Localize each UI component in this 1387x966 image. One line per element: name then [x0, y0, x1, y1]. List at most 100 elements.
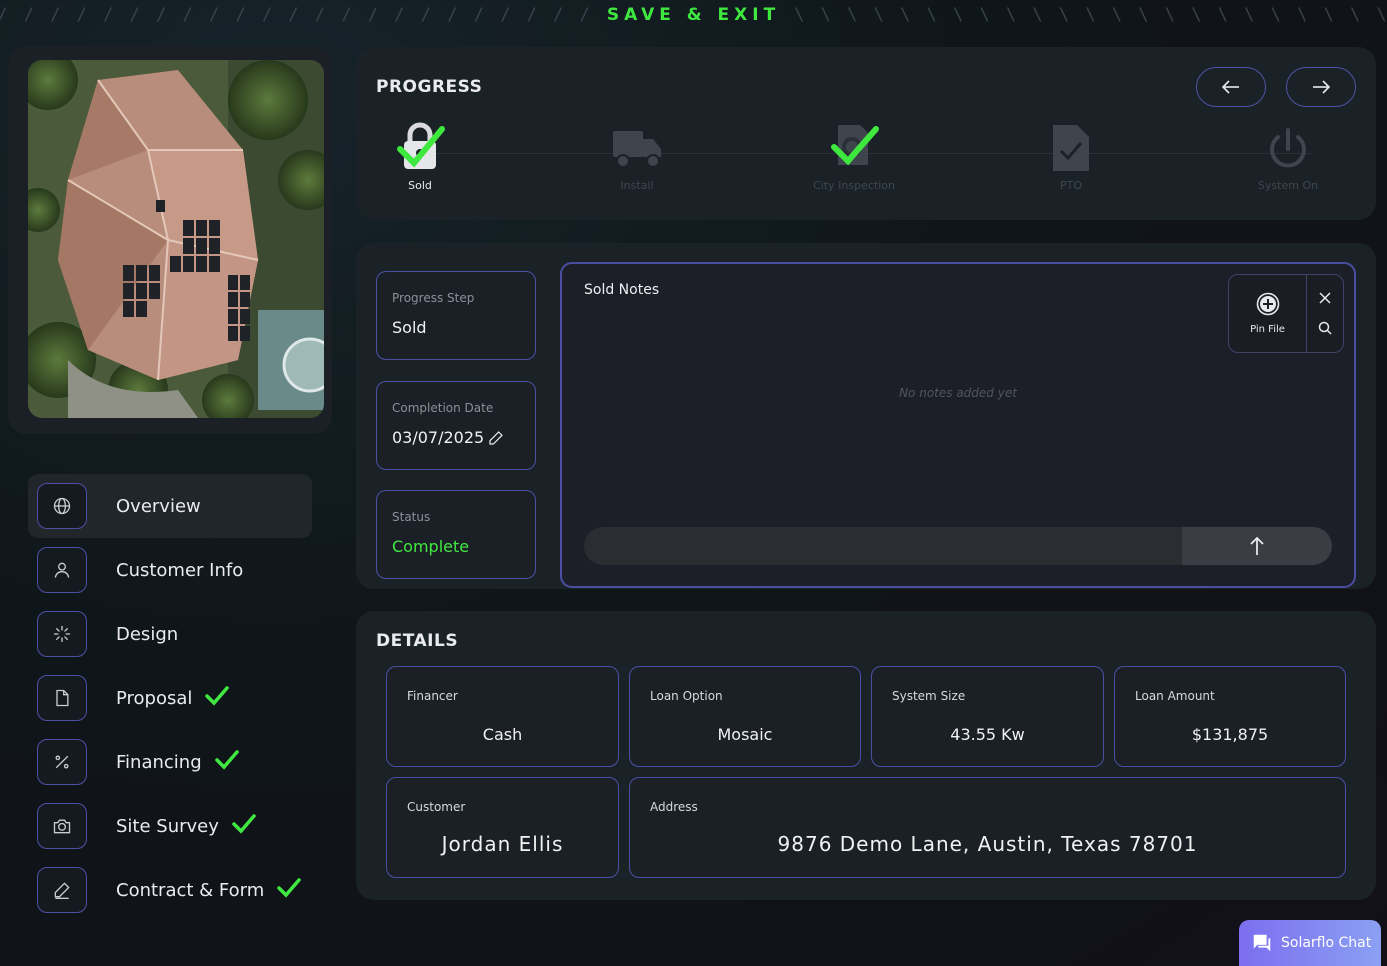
progress-step-value: Sold	[392, 318, 427, 337]
loader-icon	[37, 611, 87, 657]
lock-icon	[392, 117, 448, 173]
status-label: Status	[392, 510, 431, 524]
details-title: DETAILS	[376, 631, 459, 651]
progress-steps: Sold Install City Inspection PTO System …	[356, 117, 1376, 197]
previous-step-button[interactable]	[1196, 67, 1266, 107]
notes-panel: Sold Notes No notes added yet Pin File	[560, 262, 1356, 588]
file-check-icon	[1051, 123, 1091, 173]
arrow-left-icon	[1222, 80, 1240, 94]
chat-button[interactable]: Solarflo Chat	[1239, 920, 1381, 966]
status-value: Complete	[392, 537, 470, 556]
step-city-inspection[interactable]: City Inspection	[789, 117, 919, 192]
edit-date-icon[interactable]	[488, 430, 504, 446]
top-bar: / / / / / / / / / / / / / / / / / / / / …	[0, 0, 1387, 30]
sidebar-item-contract-form[interactable]: Contract & Form	[28, 858, 312, 922]
customer-value: Jordan Ellis	[441, 832, 564, 856]
customer-label: Customer	[407, 800, 466, 814]
power-icon	[1266, 127, 1310, 173]
globe-icon	[37, 483, 87, 529]
send-note-button[interactable]	[1182, 527, 1332, 565]
percent-icon	[37, 739, 87, 785]
system-size-label: System Size	[892, 689, 966, 703]
loan-amount-value: $131,875	[1191, 725, 1269, 744]
file-icon	[37, 675, 87, 721]
pin-file-button[interactable]: Pin File	[1229, 275, 1307, 352]
inspection-icon	[826, 117, 882, 173]
financer-value: Cash	[482, 725, 523, 744]
details-card: DETAILS Financer Cash Loan Option Mosaic…	[356, 611, 1376, 900]
pin-file-label: Pin File	[1250, 324, 1285, 335]
sidebar-nav: Overview Customer Info Design Proposal F…	[28, 474, 312, 922]
completion-date-box: Completion Date 03/07/2025	[376, 381, 536, 470]
sidebar-item-financing[interactable]: Financing	[28, 730, 312, 794]
progress-card: PROGRESS Sold Install City Inspection PT…	[356, 47, 1376, 220]
sidebar-item-label: Site Survey	[116, 815, 219, 837]
status-box: Status Complete	[376, 490, 536, 579]
next-step-button[interactable]	[1286, 67, 1356, 107]
sidebar-item-design[interactable]: Design	[28, 602, 312, 666]
loan-option-label: Loan Option	[650, 689, 723, 703]
address-value: 9876 Demo Lane, Austin, Texas 78701	[777, 832, 1198, 856]
step-label: System On	[1257, 179, 1319, 192]
system-size-value: 43.55 Kw	[950, 725, 1025, 744]
sidebar-item-label: Customer Info	[116, 559, 244, 581]
completion-date-label: Completion Date	[392, 401, 494, 415]
completion-date-value: 03/07/2025	[392, 428, 485, 447]
progress-title: PROGRESS	[376, 77, 483, 97]
arrow-up-icon	[1250, 536, 1264, 556]
check-icon	[276, 877, 302, 903]
sidebar-item-label: Design	[116, 623, 179, 645]
financer-box: Financer Cash	[386, 666, 619, 767]
address-label: Address	[650, 800, 698, 814]
address-box: Address 9876 Demo Lane, Austin, Texas 78…	[629, 777, 1346, 878]
arrow-right-icon	[1312, 80, 1330, 94]
loan-option-value: Mosaic	[717, 725, 773, 744]
loan-amount-box: Loan Amount $131,875	[1114, 666, 1346, 767]
notes-title: Sold Notes	[584, 282, 660, 298]
sidebar-item-label: Contract & Form	[116, 879, 265, 901]
financer-label: Financer	[407, 689, 458, 703]
step-install[interactable]: Install	[572, 117, 702, 192]
notes-empty-message: No notes added yet	[899, 386, 1017, 400]
check-icon	[214, 749, 240, 775]
note-input[interactable]	[584, 527, 1182, 565]
sidebar-item-site-survey[interactable]: Site Survey	[28, 794, 312, 858]
close-icon[interactable]	[1319, 292, 1331, 304]
truck-icon	[609, 123, 665, 173]
property-photo-card	[8, 46, 332, 434]
step-pto[interactable]: PTO	[1006, 117, 1136, 192]
check-icon	[204, 685, 230, 711]
sidebar-item-proposal[interactable]: Proposal	[28, 666, 312, 730]
step-label: Install	[620, 179, 654, 192]
customer-box: Customer Jordan Ellis	[386, 777, 619, 878]
step-label: PTO	[1059, 179, 1082, 192]
sidebar-item-label: Overview	[116, 495, 201, 517]
top-bar-right-decoration: \ \ \ \ \ \ \ \ \ \ \ \ \ \ \ \ \ \ \ \ …	[794, 5, 1387, 25]
loan-amount-label: Loan Amount	[1135, 689, 1215, 703]
sidebar-item-label: Financing	[116, 751, 202, 773]
step-system-on[interactable]: System On	[1223, 117, 1353, 192]
sidebar-item-customer-info[interactable]: Customer Info	[28, 538, 312, 602]
plus-circle-icon	[1256, 292, 1280, 316]
step-label: City Inspection	[813, 179, 895, 192]
save-exit-button[interactable]: SAVE & EXIT	[607, 5, 780, 25]
chat-label: Solarflo Chat	[1281, 935, 1372, 951]
stage-overview-card: Progress Step Sold Completion Date 03/07…	[356, 243, 1376, 589]
pen-icon	[37, 867, 87, 913]
progress-step-label: Progress Step	[392, 291, 475, 305]
user-icon	[37, 547, 87, 593]
camera-icon	[37, 803, 87, 849]
check-icon	[231, 813, 257, 839]
sidebar-item-overview[interactable]: Overview	[28, 474, 312, 538]
notes-tools-panel: Pin File	[1228, 274, 1344, 353]
loan-option-box: Loan Option Mosaic	[629, 666, 861, 767]
progress-step-box: Progress Step Sold	[376, 271, 536, 360]
system-size-box: System Size 43.55 Kw	[871, 666, 1104, 767]
aerial-roof-image	[28, 60, 324, 418]
chat-icon	[1251, 932, 1273, 954]
top-bar-left-decoration: / / / / / / / / / / / / / / / / / / / / …	[0, 5, 593, 25]
step-label: Sold	[408, 179, 432, 192]
sidebar-item-label: Proposal	[116, 687, 193, 709]
search-icon[interactable]	[1318, 321, 1332, 335]
step-sold[interactable]: Sold	[355, 117, 485, 192]
